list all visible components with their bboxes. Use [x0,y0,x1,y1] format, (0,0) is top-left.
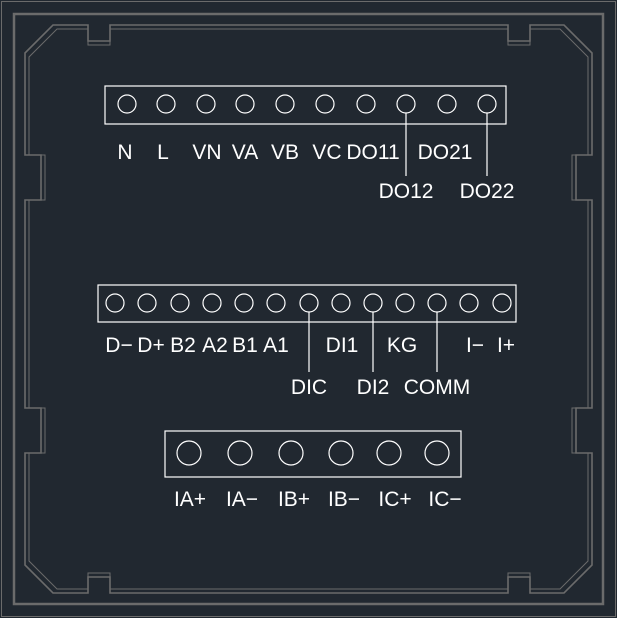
terminal-strip-bottom: IA+ IA− IB+ IB− IC+ IC− [164,430,462,511]
terminal-screw [137,293,157,313]
terminal-label: B2 [170,334,196,357]
terminal-label: D+ [137,334,164,357]
terminal-block [104,85,507,125]
terminal-label: N [117,141,132,164]
terminal-strip-top: N L VN VA VB VC DO11 DO21 DO12 DO22 [104,85,515,203]
terminal-screw [427,293,447,313]
terminal-screw [105,293,125,313]
terminal-screw [235,94,255,114]
terminal-strip-middle: D− D+ B2 A2 B1 A1 DI1 KG I− I+ DIC DI2 COMM [97,284,517,399]
terminal-screw [424,440,450,466]
terminal-label: B1 [232,334,258,357]
terminal-label: A1 [263,334,289,357]
terminal-label: A2 [202,334,228,357]
terminal-screw [437,94,457,114]
terminal-screw [356,94,376,114]
terminal-block [164,430,462,478]
terminal-label: IB+ [278,488,310,511]
terminal-screw [170,293,190,313]
terminal-screw [331,293,351,313]
terminal-screw [234,293,254,313]
terminal-label: DO11 [346,141,399,164]
terminal-label: VA [232,141,258,164]
terminal-label: L [157,141,169,164]
terminal-label: VC [312,141,341,164]
terminal-wiring-diagram: N L VN VA VB VC DO11 DO21DO12 DO22D− D+ B2 A2 B1 A1 DI… [1,1,616,617]
terminal-screw [315,94,335,114]
terminal-label: COMM [404,376,471,399]
terminal-label: IA+ [174,488,206,511]
terminal-label: I− [466,334,484,357]
outer-border [1,1,616,617]
terminal-label: DI1 [326,334,359,357]
terminal-label: D− [105,334,132,357]
terminal-label: DO12 [379,180,434,203]
terminal-screw [459,293,479,313]
terminal-screw [376,440,402,466]
terminal-screw [278,440,304,466]
terminal-block [97,284,517,323]
terminal-screw [196,94,216,114]
terminal-label: KG [387,334,417,357]
terminal-screw [395,293,415,313]
terminal-screw [396,94,416,114]
terminal-label: DIC [291,376,327,399]
terminal-label: I+ [497,334,515,357]
terminal-label: VB [271,141,299,164]
terminal-screw [227,440,253,466]
terminal-screw [477,94,497,114]
terminal-label: VN [192,141,221,164]
terminal-label: IC− [428,488,461,511]
terminal-screw [275,94,295,114]
terminal-label: DO22 [460,180,515,203]
terminal-label: DO21 [418,141,473,164]
terminal-screw [156,94,176,114]
terminal-screw [266,293,286,313]
terminal-screw [363,293,383,313]
terminal-screw [328,440,354,466]
terminal-label: IC+ [378,488,411,511]
terminal-screw [202,293,222,313]
terminal-screw [176,440,202,466]
terminal-screw [299,293,319,313]
terminal-screw [117,94,137,114]
panel-frame [12,12,605,606]
terminal-label: DI2 [357,376,390,399]
terminal-screw [492,293,512,313]
terminal-label: IA− [226,488,258,511]
terminal-label: IB− [328,488,360,511]
